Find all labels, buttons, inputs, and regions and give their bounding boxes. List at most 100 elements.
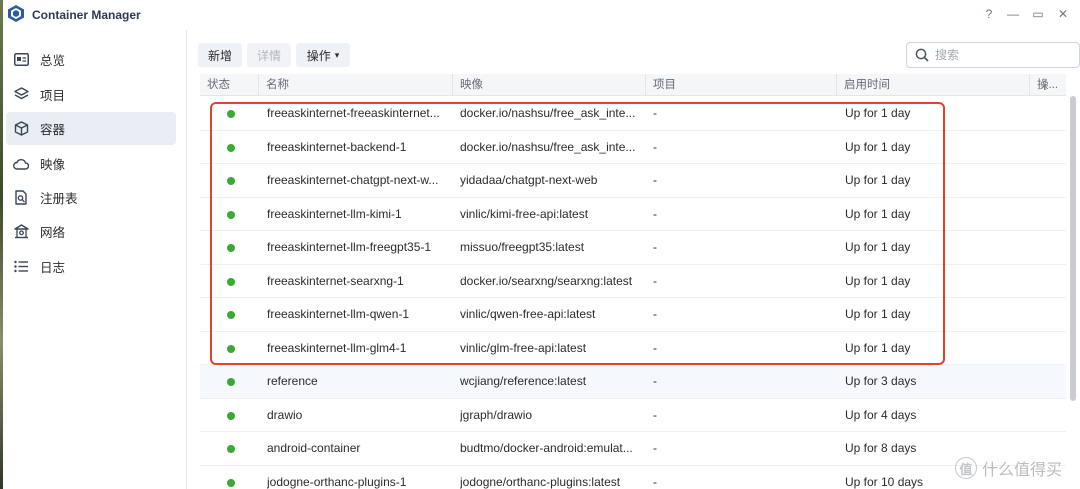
- layers-icon: [13, 87, 29, 103]
- status-running-icon: [227, 244, 235, 252]
- sidebar-item-image[interactable]: 映像: [6, 147, 176, 180]
- cloud-icon: [13, 156, 29, 172]
- status-running-icon: [227, 110, 235, 118]
- table-row[interactable]: freeaskinternet-llm-glm4-1 vinlic/glm-fre…: [200, 332, 1066, 365]
- table-row[interactable]: android-container budtmo/docker-android:e…: [200, 432, 1066, 466]
- sidebar-item-overview[interactable]: 总览: [6, 43, 176, 76]
- column-menu-icon[interactable]: ⋮: [1038, 79, 1052, 91]
- container-project: -: [653, 106, 657, 120]
- network-icon: [13, 224, 29, 240]
- window-title: Container Manager: [32, 8, 141, 22]
- column-header-name[interactable]: 名称: [259, 74, 453, 96]
- container-project: -: [653, 139, 657, 154]
- container-project: -: [653, 273, 657, 288]
- status-running-icon: [227, 344, 235, 353]
- container-name: freeaskinternet-llm-glm4-1: [267, 340, 407, 355]
- table-row[interactable]: freeaskinternet-backend-1 docker.io/nashs…: [200, 131, 1066, 164]
- sidebar-item-label: 总览: [40, 54, 66, 68]
- status-running-icon: [227, 177, 235, 185]
- container-project: -: [653, 240, 657, 254]
- sidebar-divider: [186, 30, 187, 489]
- container-uptime: Up for 1 day: [845, 206, 911, 221]
- table-row[interactable]: drawio jgraph/drawio - Up for 4 days: [200, 399, 1066, 432]
- container-image: vinlic/kimi-free-api:latest: [460, 206, 589, 221]
- table-scrollbar[interactable]: [1070, 96, 1076, 401]
- status-running-icon: [227, 378, 235, 386]
- container-project: -: [653, 206, 657, 221]
- table-row[interactable]: freeaskinternet-llm-kimi-1 vinlic/kimi-fr…: [200, 198, 1066, 231]
- sidebar-item-log[interactable]: 日志: [6, 250, 176, 283]
- column-header-uptime[interactable]: 启用时间: [837, 74, 1030, 96]
- container-name: reference: [267, 374, 318, 388]
- container-uptime: Up for 3 days: [845, 374, 917, 388]
- container-image: wcjiang/reference:latest: [460, 374, 587, 388]
- container-name: android-container: [267, 441, 361, 455]
- table-row[interactable]: reference wcjiang/reference:latest - Up for…: [200, 365, 1066, 399]
- sidebar-item-registry[interactable]: 注册表: [6, 181, 176, 214]
- container-uptime: Up for 1 day: [845, 139, 911, 154]
- help-button[interactable]: ?: [981, 6, 997, 22]
- registry-icon: [13, 190, 29, 206]
- status-running-icon: [227, 411, 235, 420]
- status-running-icon: [227, 478, 235, 487]
- details-button[interactable]: 详情: [247, 43, 291, 67]
- container-image: docker.io/searxng/searxng:latest: [460, 273, 633, 288]
- container-name: freeaskinternet-freeaskinternet...: [267, 106, 440, 120]
- column-header-status[interactable]: 状态: [200, 74, 259, 96]
- sidebar-item-label: 网络: [40, 226, 66, 240]
- sidebar-item-container[interactable]: 容器: [6, 112, 176, 145]
- create-button[interactable]: 新增: [198, 43, 242, 67]
- overview-icon: [13, 52, 29, 68]
- maximize-button[interactable]: ▭: [1030, 6, 1046, 22]
- container-name: freeaskinternet-backend-1: [267, 139, 407, 154]
- container-name: freeaskinternet-chatgpt-next-w...: [267, 173, 439, 187]
- container-uptime: Up for 1 day: [845, 273, 911, 288]
- container-uptime: Up for 1 day: [845, 307, 911, 321]
- container-image: yidadaa/chatgpt-next-web: [460, 173, 598, 187]
- sidebar-item-label: 项目: [40, 89, 66, 103]
- sidebar-item-label: 注册表: [40, 192, 78, 206]
- action-label: 操作: [306, 48, 331, 63]
- status-running-icon: [227, 445, 235, 453]
- container-project: -: [653, 307, 657, 321]
- container-project: -: [653, 374, 657, 388]
- watermark-logo: 值: [955, 457, 977, 479]
- container-uptime: Up for 1 day: [845, 240, 911, 254]
- close-button[interactable]: ✕: [1055, 6, 1071, 22]
- container-image: vinlic/qwen-free-api:latest: [460, 307, 596, 321]
- container-name: freeaskinternet-llm-qwen-1: [267, 307, 410, 321]
- action-dropdown-button[interactable]: 操作 ▾: [296, 43, 350, 67]
- watermark: 值 什么值得买: [955, 456, 1062, 480]
- chevron-down-icon: ▾: [334, 49, 340, 60]
- sidebar-item-network[interactable]: 网络: [6, 215, 176, 248]
- table-row[interactable]: freeaskinternet-llm-freegpt35-1 missuo/fr…: [200, 231, 1066, 265]
- list-icon: [13, 259, 29, 275]
- title-bar: Container Manager ? — ▭ ✕: [3, 0, 1080, 30]
- column-header-project[interactable]: 项目: [646, 74, 837, 96]
- container-uptime: Up for 1 day: [845, 340, 911, 355]
- container-manager-app-icon: [8, 5, 24, 22]
- table-row[interactable]: freeaskinternet-chatgpt-next-w... yidadaa…: [200, 164, 1066, 198]
- container-image: jgraph/drawio: [460, 407, 533, 422]
- status-running-icon: [227, 210, 235, 219]
- table-row[interactable]: freeaskinternet-freeaskinternet... docker…: [200, 97, 1066, 131]
- table-row[interactable]: jodogne-orthanc-plugins-1 jodogne/orthanc…: [200, 466, 1066, 489]
- column-header-image[interactable]: 映像: [453, 74, 646, 96]
- container-manager-window: Container Manager ? — ▭ ✕ 总览 项目 容器 映像 注册…: [3, 0, 1080, 489]
- table-header: 状态 名称 映像 项目 启用时间 操...: [200, 74, 1066, 96]
- container-name: freeaskinternet-llm-kimi-1: [267, 206, 402, 221]
- container-name: jodogne-orthanc-plugins-1: [267, 474, 407, 489]
- container-image: jodogne/orthanc-plugins:latest: [460, 474, 621, 489]
- status-running-icon: [227, 143, 235, 152]
- search-input[interactable]: [935, 48, 1065, 62]
- search-box[interactable]: [906, 42, 1080, 68]
- table-row[interactable]: freeaskinternet-llm-qwen-1 vinlic/qwen-fr…: [200, 298, 1066, 332]
- container-project: -: [653, 474, 657, 489]
- table-row[interactable]: freeaskinternet-searxng-1 docker.io/searx…: [200, 265, 1066, 298]
- watermark-text: 什么值得买: [982, 462, 1063, 479]
- status-running-icon: [227, 277, 235, 286]
- sidebar-item-project[interactable]: 项目: [6, 78, 176, 111]
- status-running-icon: [227, 311, 235, 319]
- minimize-button[interactable]: —: [1005, 6, 1021, 22]
- sidebar-item-label: 映像: [40, 158, 66, 172]
